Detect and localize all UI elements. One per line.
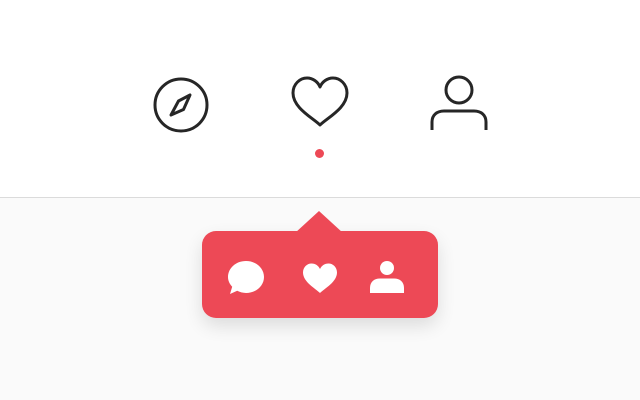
- top-navigation-bar: [0, 0, 640, 198]
- user-filled-icon: [367, 257, 407, 297]
- heart-filled-icon: [300, 259, 340, 299]
- tooltip-arrow: [295, 211, 343, 233]
- notification-dot: [315, 149, 324, 158]
- compass-icon[interactable]: [150, 74, 212, 136]
- user-outline-icon[interactable]: [428, 72, 490, 134]
- heart-outline-icon[interactable]: [289, 72, 351, 134]
- comment-bubble-icon: [226, 257, 266, 297]
- activity-tooltip: [202, 211, 438, 318]
